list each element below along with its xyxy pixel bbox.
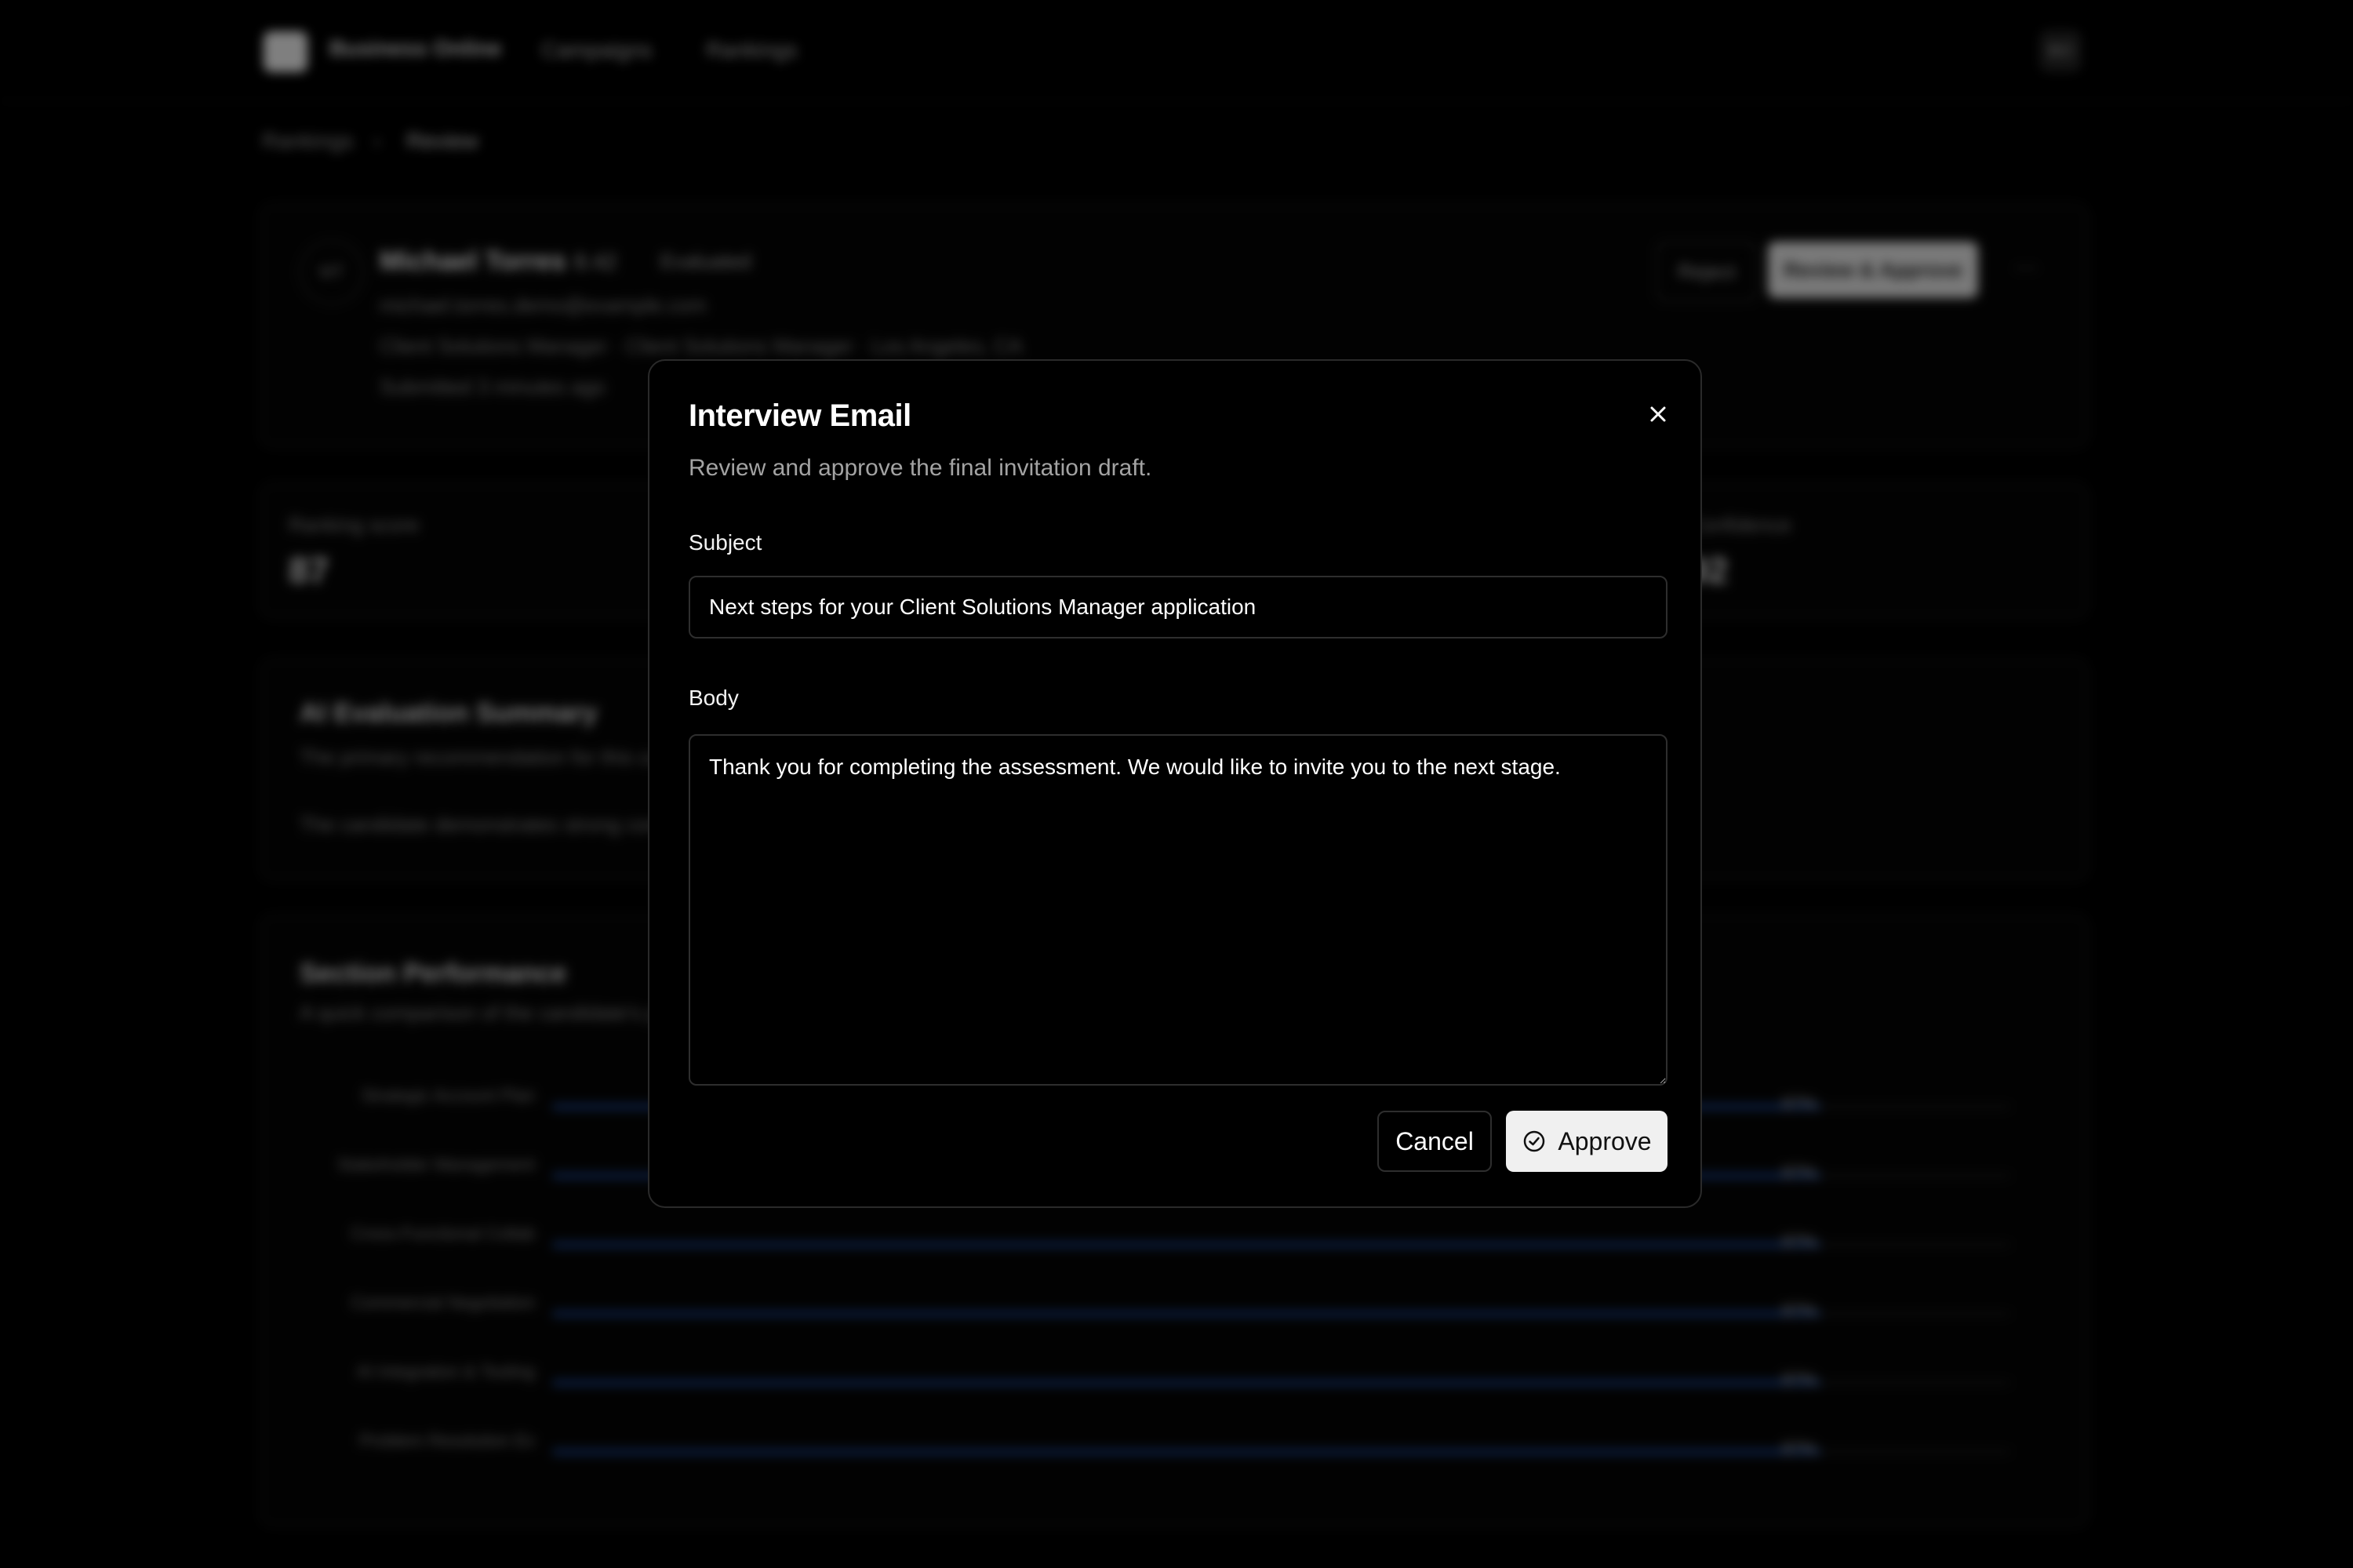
user-menu-button[interactable]: BO [2039,30,2082,72]
performance-row: Commercial Negotiation 87% [260,1290,2088,1337]
cancel-button[interactable]: Cancel [1377,1111,1492,1172]
check-circle-icon [1524,1130,1545,1152]
more-options-icon[interactable]: ··· [2014,254,2038,281]
brand-logo [264,31,307,72]
close-icon-glyph [1650,406,1666,422]
performance-row-fill [552,1242,1822,1247]
candidate-submitted: Submitted 3 minutes ago [380,375,606,398]
candidate-name: Michael Torres [380,246,566,276]
performance-row-fill [552,1312,1822,1316]
breadcrumb-separator: › [373,129,381,153]
performance-row: Cross-Functional Collab 87% [260,1221,2088,1268]
candidate-email: michael.torres.demo@example.com [380,293,707,317]
nav-rankings[interactable]: Rankings [706,38,798,63]
performance-row: Problem Resolution Ex 87% [260,1428,2088,1475]
performance-row-percent: 87% [1782,1093,1817,1113]
performance-row-percent: 87% [1782,1301,1817,1320]
dialog-title: Interview Email [689,398,911,433]
candidate-score-badge: 8.42 [574,249,617,274]
cancel-button-label: Cancel [1395,1126,1474,1155]
close-icon[interactable] [1642,398,1674,430]
performance-row: AI Integration & Tooling 87% [260,1359,2088,1406]
dialog-description: Review and approve the final invitation … [689,455,1152,481]
candidate-role: Client Solutions Manager · Client Soluti… [380,334,1023,358]
performance-row-label: Commercial Negotiation [351,1293,535,1312]
approve-button-label: Approve [1558,1126,1652,1155]
performance-row-fill [552,1450,1822,1454]
body-label: Body [689,686,739,710]
status-badge: Evaluated [660,249,751,273]
nav-campaigns[interactable]: Campaigns [541,38,653,63]
performance-row-label: Problem Resolution Ex [359,1431,535,1450]
reject-button[interactable]: Reject [1657,242,1757,301]
performance-row-percent: 87% [1782,1439,1817,1458]
performance-title: Section Performance [300,959,567,988]
interview-email-dialog: Interview Email Review and approve the f… [648,359,1702,1208]
approve-button[interactable]: Approve [1506,1111,1667,1172]
performance-row-percent: 87% [1782,1370,1817,1389]
breadcrumb-rankings[interactable]: Rankings [262,129,354,154]
performance-row-label: Cross-Functional Collab [351,1224,535,1243]
stat-label-ranking: Ranking score [289,513,420,537]
subject-label: Subject [689,530,762,555]
subject-input[interactable] [689,576,1667,638]
top-navigation-bar: Business Online Campaigns Rankings BO [0,0,2353,102]
stat-value-ranking: 87 [289,550,329,591]
breadcrumb-review: Review [406,129,478,153]
performance-row-percent: 87% [1782,1231,1817,1251]
review-approve-button[interactable]: Review & Approve [1768,242,1978,298]
performance-row-label: Stakeholder Management [337,1155,535,1174]
performance-row-fill [552,1381,1822,1385]
performance-row-label: AI Integration & Tooling [356,1362,535,1381]
brand-name: Business Online [329,36,502,60]
performance-row-percent: 87% [1782,1162,1817,1182]
performance-row-label: Strategic Account Plan [361,1086,535,1105]
body-textarea[interactable]: Thank you for completing the assessment.… [689,734,1667,1086]
avatar: MT [300,240,364,304]
stat-label-confidence: Confidence [1688,513,1791,537]
summary-title: AI Evaluation Summary [300,698,598,728]
